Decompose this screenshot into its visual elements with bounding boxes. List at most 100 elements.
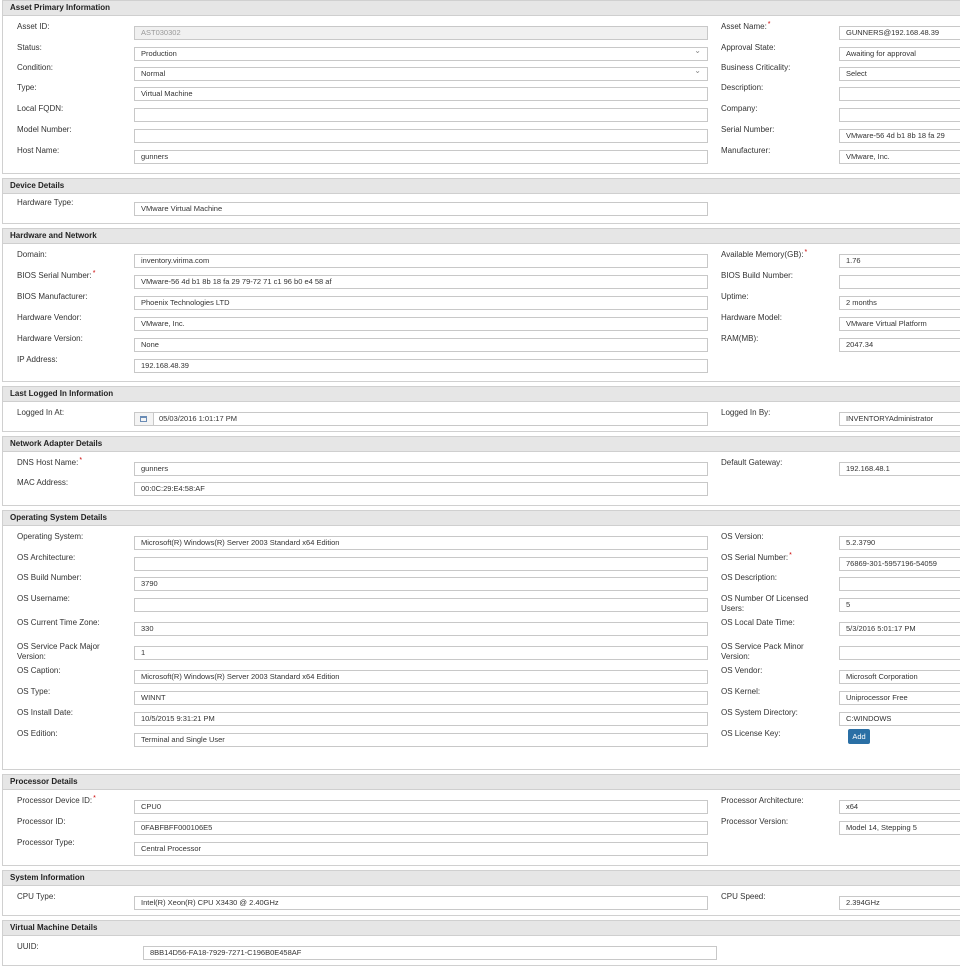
os-vendor-label: OS Vendor: <box>721 666 763 675</box>
domain-label: Domain: <box>17 250 47 259</box>
default-gateway-value: 192.168.48.1 <box>846 464 890 473</box>
company-label: Company: <box>721 104 758 113</box>
os-install-date-field[interactable]: 10/5/2015 9:31:21 PM <box>134 712 708 726</box>
uptime-value: 2 months <box>846 298 877 307</box>
business-criticality-field[interactable]: Select <box>839 67 960 81</box>
manufacturer-label: Manufacturer: <box>721 146 771 155</box>
section-virtual-machine-details: Virtual Machine Details UUID: 8BB14D56-FA1… <box>2 920 960 966</box>
condition-select[interactable]: Normal <box>134 67 708 81</box>
os-edition-field[interactable]: Terminal and Single User <box>134 733 708 747</box>
os-build-number-field[interactable]: 3790 <box>134 577 708 591</box>
os-version-value: 5.2.3790 <box>846 538 876 547</box>
required-marker: * <box>79 457 83 464</box>
os-license-key-add-button[interactable]: Add <box>848 729 870 744</box>
hardware-model-field[interactable]: VMware Virtual Platform <box>839 317 960 331</box>
available-memory-gb-field[interactable]: 1.76 <box>839 254 960 268</box>
dns-host-name-field[interactable]: gunners <box>134 462 708 476</box>
processor-id-label: Processor ID: <box>17 817 66 826</box>
section-header: Processor Details <box>3 775 960 790</box>
bios-build-number-label: BIOS Build Number: <box>721 271 794 280</box>
hardware-vendor-field[interactable]: VMware, Inc. <box>134 317 708 331</box>
hardware-version-field[interactable]: None <box>134 338 708 352</box>
os-service-pack-major-version-field[interactable]: 1 <box>134 646 708 660</box>
os-kernel-field[interactable]: Uniprocessor Free <box>839 691 960 705</box>
os-service-pack-minor-version-field[interactable] <box>839 646 960 660</box>
description-label: Description: <box>721 83 764 92</box>
section-network-adapter-details: Network Adapter Details DNS Host Name:* gu… <box>2 436 960 506</box>
logged-in-by-field[interactable]: INVENTORYAdministrator <box>839 412 960 426</box>
default-gateway-field[interactable]: 192.168.48.1 <box>839 462 960 476</box>
os-system-directory-field[interactable]: C:WINDOWS <box>839 712 960 726</box>
os-description-field[interactable] <box>839 577 960 591</box>
calendar-icon[interactable] <box>135 413 154 425</box>
type-field[interactable]: Virtual Machine <box>134 87 708 101</box>
cpu-type-field[interactable]: Intel(R) Xeon(R) CPU X3430 @ 2.40GHz <box>134 896 708 910</box>
company-field[interactable] <box>839 108 960 122</box>
os-number-of-licensed-users-value: 5 <box>846 600 851 609</box>
os-current-time-zone-label: OS Current Time Zone: <box>17 618 100 627</box>
section-header: System Information <box>3 871 960 886</box>
processor-version-field[interactable]: Model 14, Stepping 5 <box>839 821 960 835</box>
os-local-date-time-label: OS Local Date Time: <box>721 618 795 627</box>
bios-manufacturer-field[interactable]: Phoenix Technologies LTD <box>134 296 708 310</box>
processor-type-value: Central Processor <box>141 844 202 853</box>
domain-value: inventory.virima.com <box>141 256 210 265</box>
uuid-label: UUID: <box>17 942 39 951</box>
os-build-number-value: 3790 <box>141 579 158 588</box>
asset-id-label: Asset ID: <box>17 22 50 31</box>
processor-device-id-field[interactable]: CPU0 <box>134 800 708 814</box>
local-fqdn-field[interactable] <box>134 108 708 122</box>
hardware-type-label: Hardware Type: <box>17 198 74 207</box>
os-system-directory-label: OS System Directory: <box>721 708 798 717</box>
local-fqdn-label: Local FQDN: <box>17 104 64 113</box>
uuid-field[interactable]: 8BB14D56-FA18-7929-7271-C196B0E458AF <box>143 946 717 960</box>
serial-number-field[interactable]: VMware-56 4d b1 8b 18 fa 29 <box>839 129 960 143</box>
os-system-directory-value: C:WINDOWS <box>846 714 892 723</box>
os-local-date-time-field[interactable]: 5/3/2016 5:01:17 PM <box>839 622 960 636</box>
os-architecture-field[interactable] <box>134 557 708 571</box>
os-current-time-zone-field[interactable]: 330 <box>134 622 708 636</box>
description-field[interactable] <box>839 87 960 101</box>
processor-type-label: Processor Type: <box>17 838 75 847</box>
host-name-field[interactable]: gunners <box>134 150 708 164</box>
bios-serial-number-label: BIOS Serial Number:* <box>17 270 96 280</box>
bios-build-number-field[interactable] <box>839 275 960 289</box>
os-number-of-licensed-users-field[interactable]: 5 <box>839 598 960 612</box>
asset-name-field[interactable]: GUNNERS@192.168.48.39 <box>839 26 960 40</box>
os-vendor-field[interactable]: Microsoft Corporation <box>839 670 960 684</box>
processor-id-field[interactable]: 0FABFBFF000106E5 <box>134 821 708 835</box>
required-marker: * <box>789 552 792 559</box>
model-number-field[interactable] <box>134 129 708 143</box>
bios-serial-number-field[interactable]: VMware-56 4d b1 8b 18 fa 29 79-72 71 c1 … <box>134 275 708 289</box>
required-marker: * <box>92 270 96 277</box>
uptime-field[interactable]: 2 months <box>839 296 960 310</box>
status-select[interactable]: Production <box>134 47 708 61</box>
cpu-speed-field[interactable]: 2.394GHz <box>839 896 960 910</box>
os-version-field[interactable]: 5.2.3790 <box>839 536 960 550</box>
logged-in-at-field[interactable]: 05/03/2016 1:01:17 PM <box>134 412 708 426</box>
operating-system-field[interactable]: Microsoft(R) Windows(R) Server 2003 Stan… <box>134 536 708 550</box>
ip-address-field[interactable]: 192.168.48.39 <box>134 359 708 373</box>
os-serial-number-field[interactable]: 76869-301-5957196-54059 <box>839 557 960 571</box>
os-kernel-label: OS Kernel: <box>721 687 761 696</box>
uptime-label: Uptime: <box>721 292 749 301</box>
ram-mb-field[interactable]: 2047.34 <box>839 338 960 352</box>
hardware-vendor-label: Hardware Vendor: <box>17 313 82 322</box>
ip-address-label: IP Address: <box>17 355 58 364</box>
logged-in-at-value: 05/03/2016 1:01:17 PM <box>159 414 237 423</box>
os-type-field[interactable]: WINNT <box>134 691 708 705</box>
approval-state-field[interactable]: Awaiting for approval <box>839 47 960 61</box>
hardware-type-field[interactable]: VMware Virtual Machine <box>134 202 708 216</box>
domain-field[interactable]: inventory.virima.com <box>134 254 708 268</box>
os-caption-label: OS Caption: <box>17 666 61 675</box>
os-username-field[interactable] <box>134 598 708 612</box>
uuid-value: 8BB14D56-FA18-7929-7271-C196B0E458AF <box>150 948 302 957</box>
approval-state-value: Awaiting for approval <box>846 49 916 58</box>
processor-architecture-field[interactable]: x64 <box>839 800 960 814</box>
mac-address-field[interactable]: 00:0C:29:E4:58:AF <box>134 482 708 496</box>
os-caption-field[interactable]: Microsoft(R) Windows(R) Server 2003 Stan… <box>134 670 708 684</box>
manufacturer-field[interactable]: VMware, Inc. <box>839 150 960 164</box>
processor-type-field[interactable]: Central Processor <box>134 842 708 856</box>
serial-number-label: Serial Number: <box>721 125 775 134</box>
required-marker: * <box>804 249 808 256</box>
